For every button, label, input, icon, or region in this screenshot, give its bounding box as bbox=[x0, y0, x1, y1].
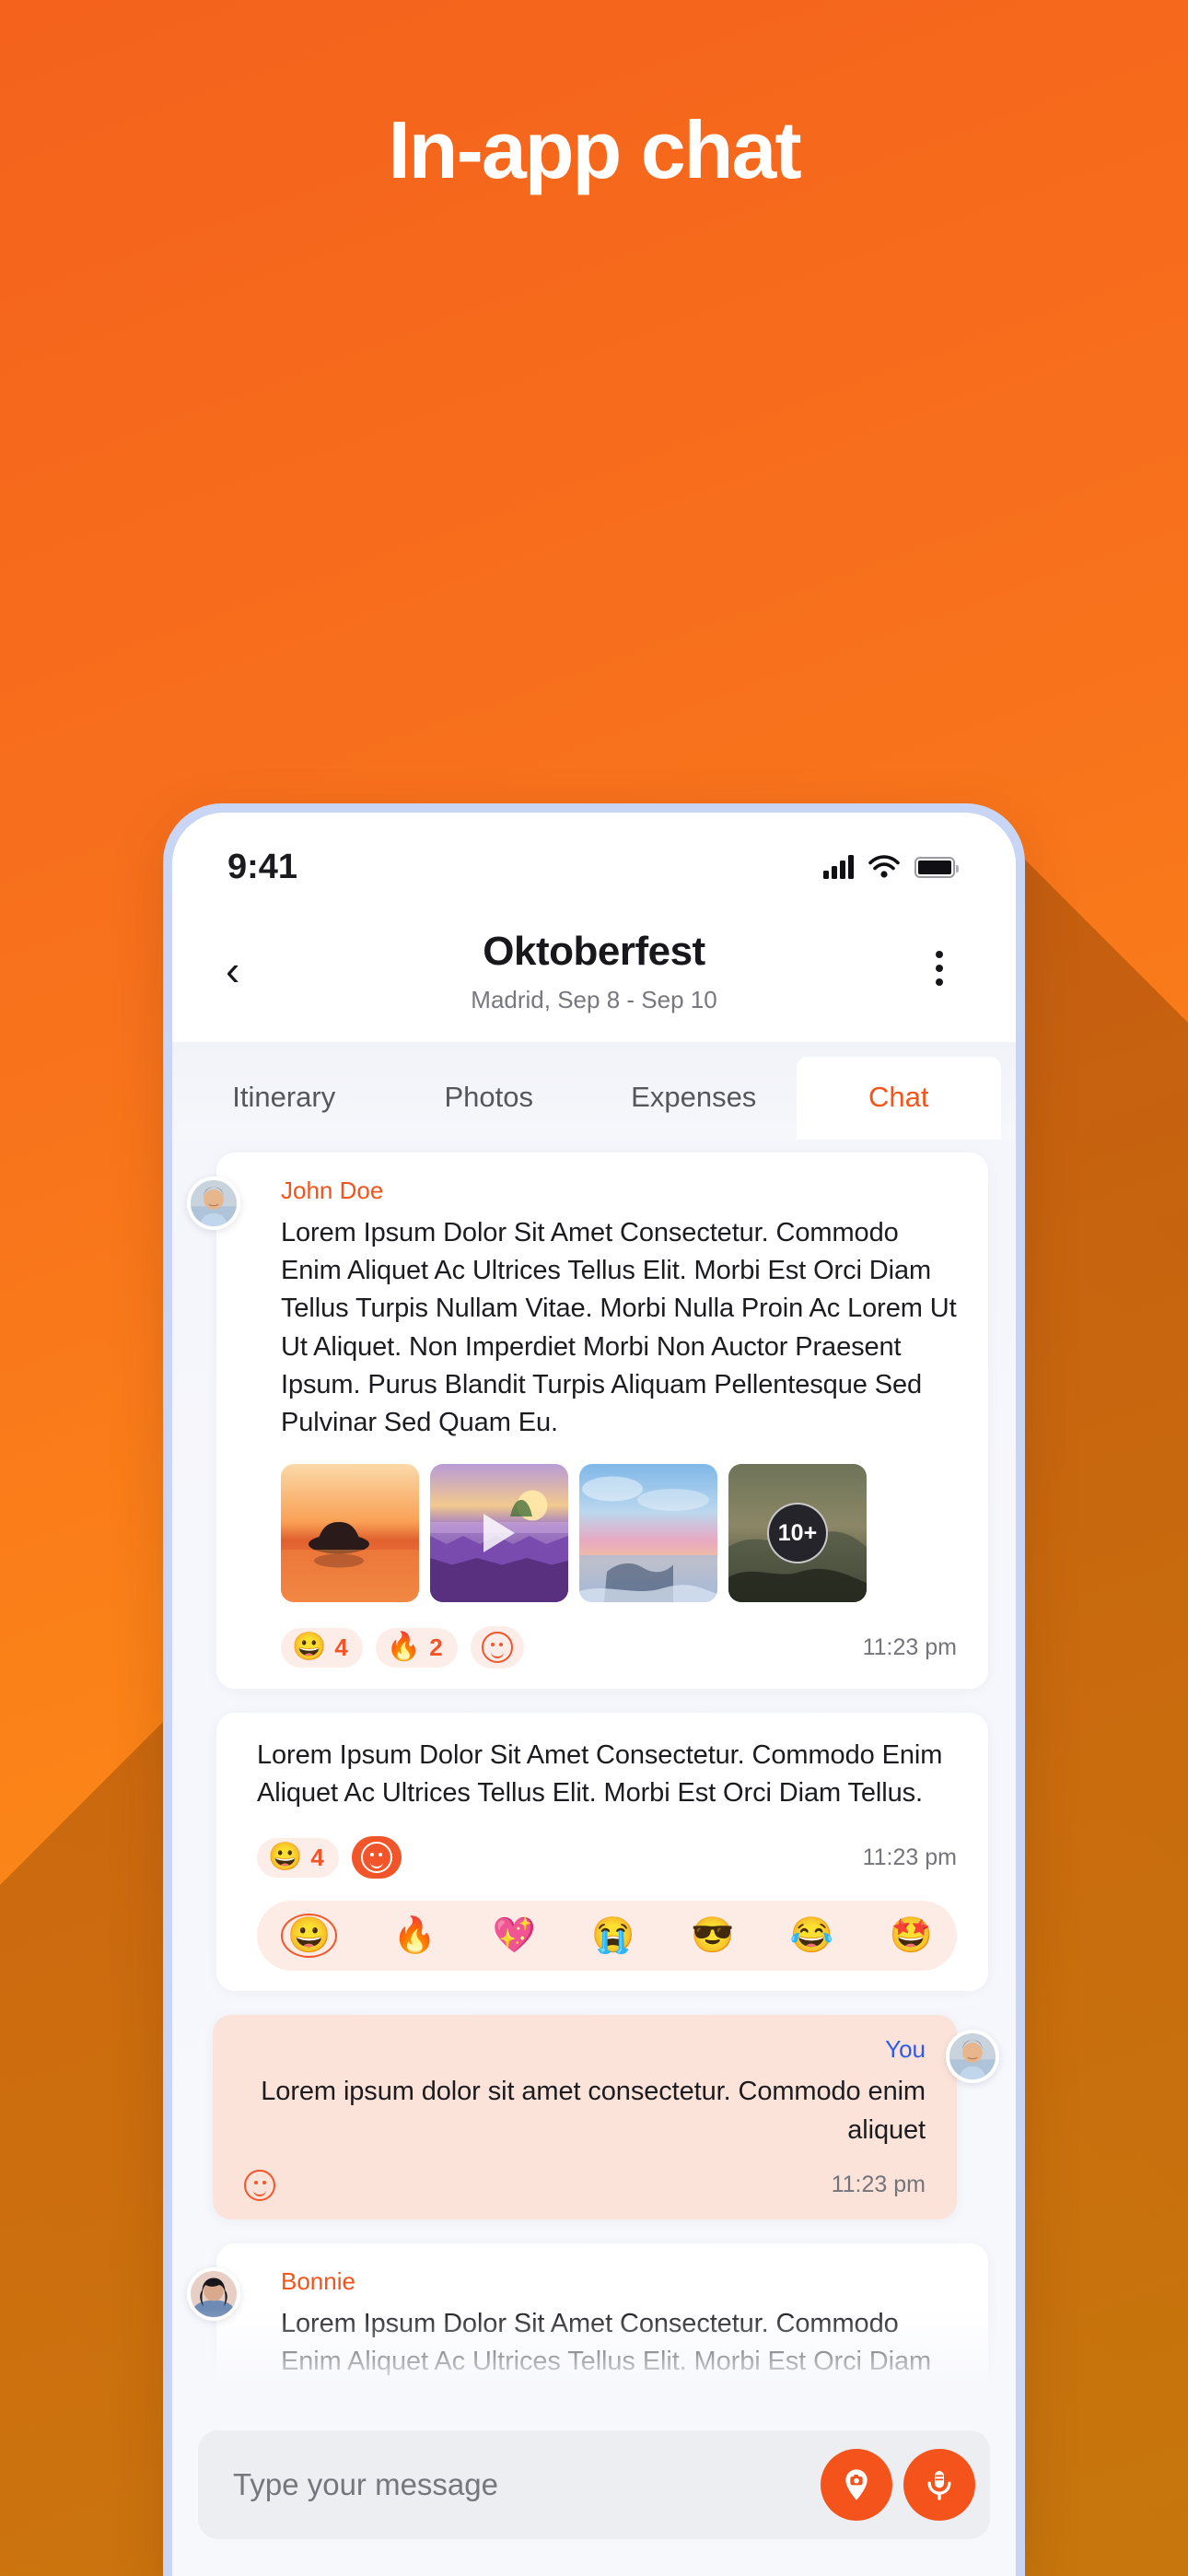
tab-chat[interactable]: Chat bbox=[796, 1057, 1001, 1140]
message-sender: You bbox=[885, 2035, 926, 2064]
reaction-chip[interactable]: 😀 4 bbox=[257, 1837, 339, 1878]
reaction-emoji: 🔥 bbox=[386, 1632, 422, 1663]
message-time: 11:23 pm bbox=[831, 2172, 926, 2198]
status-bar: 9:41 bbox=[172, 813, 1016, 921]
cellular-signal-icon bbox=[823, 855, 854, 879]
page-subtitle: Madrid, Sep 8 - Sep 10 bbox=[471, 986, 717, 1013]
kebab-menu-icon[interactable] bbox=[916, 929, 962, 986]
phone-frame: 9:41 ‹ Oktoberfest Madrid, Sep 8 - Sep 1… bbox=[163, 803, 1025, 2576]
avatar-you[interactable] bbox=[946, 2030, 999, 2084]
message-text: Lorem Ipsum Dolor Sit Amet Consectetur. … bbox=[281, 1218, 957, 1437]
photo-beach-dusk[interactable] bbox=[579, 1464, 717, 1603]
reaction-row: 😀 4 11:23 pm bbox=[257, 1836, 957, 1879]
emoji-option[interactable]: 😎 bbox=[691, 1918, 734, 1953]
avatar-bonnie[interactable] bbox=[187, 2266, 240, 2321]
tab-photos[interactable]: Photos bbox=[387, 1057, 592, 1140]
chevron-left-icon[interactable]: ‹ bbox=[226, 929, 272, 991]
reaction-count: 2 bbox=[429, 1633, 443, 1661]
message-composer: Type your message bbox=[172, 2410, 1016, 2576]
tab-itinerary[interactable]: Itinerary bbox=[181, 1057, 387, 1140]
photo-hills-more[interactable]: 10+ bbox=[728, 1464, 867, 1603]
emoji-option[interactable]: 🤩 bbox=[890, 1918, 933, 1953]
message-text: Lorem Ipsum Dolor Sit Amet Consectetur. … bbox=[257, 1740, 943, 1809]
message-time: 11:23 pm bbox=[862, 1844, 957, 1870]
emoji-option[interactable]: 🔥 bbox=[393, 1918, 437, 1953]
emoji-option[interactable]: 💖 bbox=[493, 1918, 536, 1953]
reaction-emoji: 😀 bbox=[268, 1842, 303, 1873]
message-sender: Bonnie bbox=[281, 2266, 355, 2295]
message-text: Lorem Ipsum Dolor Sit Amet Consectetur. … bbox=[281, 2308, 957, 2410]
composer-bar[interactable]: Type your message bbox=[198, 2430, 990, 2539]
camera-icon[interactable] bbox=[821, 2449, 892, 2521]
nav-header: ‹ Oktoberfest Madrid, Sep 8 - Sep 10 bbox=[172, 921, 1016, 1042]
emoji-option[interactable]: 😀 bbox=[281, 1914, 338, 1959]
reaction-row: 11:23 pm bbox=[244, 2169, 926, 2201]
chat-message: John Doe Lorem Ipsum Dolor Sit Amet Cons… bbox=[187, 1153, 988, 1690]
wifi-icon bbox=[868, 855, 900, 878]
message-input[interactable]: Type your message bbox=[233, 2467, 809, 2502]
page-title: Oktoberfest bbox=[483, 929, 705, 974]
header-titles: Oktoberfest Madrid, Sep 8 - Sep 10 bbox=[272, 929, 916, 1014]
emoji-picker-strip[interactable]: 😀 🔥 💖 😭 😎 😂 🤩 bbox=[257, 1901, 957, 1972]
battery-icon bbox=[914, 856, 959, 878]
photo-sunset-lake[interactable] bbox=[281, 1464, 419, 1603]
status-icons bbox=[823, 855, 959, 879]
chat-message-list[interactable]: John Doe Lorem Ipsum Dolor Sit Amet Cons… bbox=[172, 1140, 1016, 2410]
phone-screen: 9:41 ‹ Oktoberfest Madrid, Sep 8 - Sep 1… bbox=[172, 813, 1016, 2576]
photo-attachment-grid: 10+ bbox=[281, 1464, 957, 1603]
add-reaction-icon[interactable] bbox=[470, 1626, 524, 1669]
message-sender: John Doe bbox=[281, 1177, 384, 1204]
add-reaction-icon[interactable] bbox=[244, 2169, 275, 2201]
reaction-count: 4 bbox=[310, 1843, 324, 1871]
photo-lavender-field[interactable] bbox=[430, 1464, 568, 1603]
add-reaction-icon-active[interactable] bbox=[351, 1836, 402, 1879]
tab-bar: Itinerary Photos Expenses Chat bbox=[172, 1042, 1016, 1140]
promo-title: In-app chat bbox=[388, 104, 801, 195]
reaction-emoji: 😀 bbox=[292, 1632, 327, 1663]
chat-message: Lorem Ipsum Dolor Sit Amet Consectetur. … bbox=[216, 1713, 988, 1992]
microphone-icon[interactable] bbox=[903, 2449, 975, 2521]
status-time: 9:41 bbox=[227, 847, 298, 886]
reaction-row: 😀 4 🔥 2 11:23 pm bbox=[281, 1626, 957, 1669]
play-icon[interactable] bbox=[483, 1514, 515, 1553]
message-time: 11:23 pm bbox=[862, 1633, 957, 1660]
reaction-count: 4 bbox=[334, 1633, 348, 1661]
avatar-john-doe[interactable] bbox=[187, 1177, 240, 1230]
chat-message: Bonnie Lorem Ipsum Dolor Sit Amet Consec… bbox=[187, 2242, 988, 2410]
photo-count-badge[interactable]: 10+ bbox=[767, 1503, 828, 1564]
message-text: Lorem ipsum dolor sit amet consectetur. … bbox=[261, 2077, 926, 2145]
emoji-option[interactable]: 😭 bbox=[591, 1918, 635, 1953]
reaction-chip[interactable]: 🔥 2 bbox=[375, 1627, 458, 1668]
tab-expenses[interactable]: Expenses bbox=[591, 1057, 797, 1140]
chat-message-outgoing: You Lorem ipsum dolor sit amet consectet… bbox=[213, 2015, 999, 2219]
reaction-chip[interactable]: 😀 4 bbox=[281, 1627, 363, 1668]
emoji-option[interactable]: 😂 bbox=[790, 1918, 833, 1953]
